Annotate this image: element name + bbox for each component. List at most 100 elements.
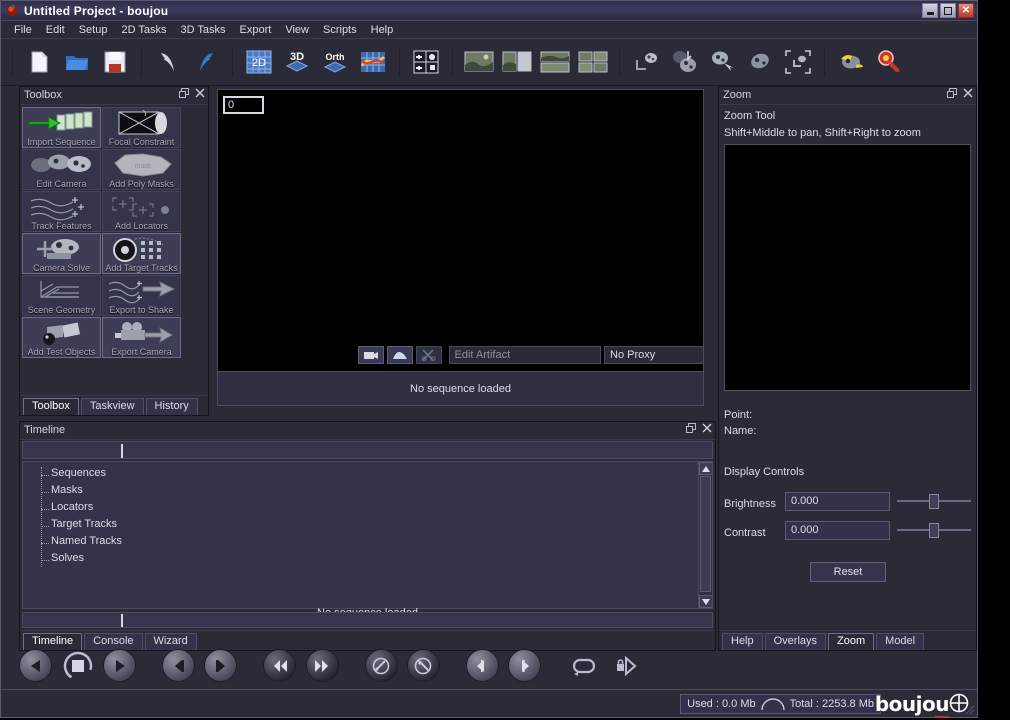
redo-arrow-icon[interactable] [187, 43, 225, 81]
edit-artifact-field[interactable]: Edit Artifact [448, 346, 601, 364]
contrast-input[interactable]: 0.000 [785, 521, 890, 540]
tab-toolbox[interactable]: Toolbox [23, 398, 79, 415]
float-icon[interactable] [947, 88, 957, 101]
contrast-slider[interactable] [897, 521, 971, 539]
toolbox-item-camera-solve[interactable]: Camera Solve [22, 233, 101, 274]
go-to-end-button[interactable] [305, 649, 339, 682]
tree-item-named-tracks[interactable]: Named Tracks [41, 535, 712, 552]
camera-path-icon[interactable] [627, 43, 665, 81]
step-back-button[interactable] [162, 649, 196, 682]
two-pane-horizontal-icon[interactable] [536, 43, 574, 81]
tree-item-target-tracks[interactable]: Target Tracks [41, 518, 712, 535]
lock-range-button[interactable] [609, 649, 642, 682]
save-floppy-icon[interactable] [96, 43, 134, 81]
toolbox-item-export-to-shake[interactable]: Export to Shake [102, 275, 181, 316]
timeline-ruler-top[interactable] [22, 441, 713, 459]
close-icon[interactable] [963, 88, 973, 101]
tab-timeline[interactable]: Timeline [23, 633, 83, 650]
minimize-button[interactable] [922, 3, 938, 18]
play-reverse-button[interactable] [19, 649, 52, 682]
tab-console[interactable]: Console [84, 633, 143, 650]
view-3d-icon[interactable]: 3D [278, 43, 316, 81]
scroll-thumb[interactable] [700, 476, 711, 592]
tree-item-locators[interactable]: Locators [41, 501, 712, 518]
two-pane-vertical-icon[interactable] [498, 43, 536, 81]
toolbox-item-import-sequence[interactable]: Import Sequence [22, 107, 101, 148]
tab-history[interactable]: History [145, 398, 198, 415]
quad-layout-icon[interactable] [407, 43, 445, 81]
toolbox-item-add-poly-masks[interactable]: mask Add Poly Masks [102, 149, 181, 190]
tree-item-solves[interactable]: Solves [41, 552, 712, 569]
four-pane-icon[interactable] [574, 43, 612, 81]
menu-help[interactable]: Help [364, 23, 401, 37]
prev-marker-button[interactable] [465, 649, 499, 682]
frame-number-field[interactable]: 0 [223, 96, 264, 114]
camera-frame-icon[interactable] [779, 43, 817, 81]
toolbox-item-scene-geometry[interactable]: Scene Geometry [22, 275, 101, 316]
float-icon[interactable] [686, 423, 696, 436]
mask-icon[interactable] [386, 346, 413, 364]
step-forward-button[interactable] [204, 649, 238, 682]
slider-knob[interactable] [929, 494, 939, 509]
menu-export[interactable]: Export [233, 23, 279, 37]
menu-3d-tasks[interactable]: 3D Tasks [174, 23, 233, 37]
timeline-playhead[interactable] [121, 444, 123, 458]
toolbox-item-add-locators[interactable]: Add Locators [102, 191, 181, 232]
camera-highlight-icon[interactable] [832, 43, 870, 81]
scroll-down-icon[interactable] [699, 595, 712, 608]
menu-scripts[interactable]: Scripts [316, 23, 364, 37]
tab-taskview[interactable]: Taskview [80, 398, 144, 415]
tab-model[interactable]: Model [876, 633, 925, 650]
next-keyframe-button[interactable] [406, 649, 440, 682]
go-to-start-button[interactable] [263, 649, 297, 682]
proxy-selector[interactable]: No Proxy [604, 346, 704, 364]
camera-rotate-icon[interactable] [741, 43, 779, 81]
toolbox-item-add-test-objects[interactable]: Add Test Objects [22, 317, 101, 358]
close-button[interactable]: ✕ [958, 3, 974, 18]
timeline-playhead-bottom[interactable] [121, 614, 123, 627]
scroll-up-icon[interactable] [699, 462, 712, 475]
tree-item-sequences[interactable]: Sequences [41, 467, 712, 484]
tab-zoom[interactable]: Zoom [828, 633, 875, 650]
resize-grip[interactable] [963, 703, 975, 715]
loop-toggle-button[interactable] [567, 649, 600, 682]
close-icon[interactable] [702, 423, 712, 436]
menu-view[interactable]: View [278, 23, 316, 37]
camera-icon[interactable] [357, 346, 384, 364]
toolbox-item-track-features[interactable]: Track Features [22, 191, 101, 232]
maximize-button[interactable] [940, 3, 956, 18]
camera-move-icon[interactable] [703, 43, 741, 81]
next-marker-button[interactable] [507, 649, 541, 682]
zoom-preview-canvas[interactable] [724, 144, 971, 391]
undo-arrow-icon[interactable] [149, 43, 187, 81]
single-pane-icon[interactable] [460, 43, 498, 81]
reset-button[interactable]: Reset [810, 562, 886, 582]
brightness-input[interactable]: 0.000 [785, 492, 890, 511]
view-2d-icon[interactable]: 2D [240, 43, 278, 81]
slider-knob[interactable] [929, 523, 939, 538]
menu-edit[interactable]: Edit [39, 23, 72, 37]
timeline-tree-area[interactable]: Sequences Masks Locators Target Tracks N… [22, 461, 713, 609]
toolbox-item-edit-camera[interactable]: Edit Camera [22, 149, 101, 190]
play-forward-button[interactable] [103, 649, 137, 682]
graph-curves-icon[interactable] [354, 43, 392, 81]
close-icon[interactable] [195, 88, 205, 101]
prev-keyframe-button[interactable] [364, 649, 398, 682]
timeline-ruler-bottom[interactable] [22, 612, 713, 628]
new-icon[interactable] [20, 43, 58, 81]
menu-setup[interactable]: Setup [72, 23, 115, 37]
toolbox-item-add-target-tracks[interactable]: Add Target Tracks [102, 233, 181, 274]
toolbox-item-focal-constraint[interactable]: Focal Constraint [102, 107, 181, 148]
timeline-scrollbar[interactable] [698, 462, 712, 608]
open-folder-icon[interactable] [58, 43, 96, 81]
menu-2d-tasks[interactable]: 2D Tasks [114, 23, 173, 37]
magnifier-red-icon[interactable] [870, 43, 908, 81]
scissors-icon[interactable] [415, 346, 442, 364]
tab-overlays[interactable]: Overlays [764, 633, 827, 650]
tree-item-masks[interactable]: Masks [41, 484, 712, 501]
stop-button[interactable] [61, 649, 94, 682]
camera-solve-icon[interactable] [665, 43, 703, 81]
tab-help[interactable]: Help [722, 633, 763, 650]
view-orth-icon[interactable]: Orth [316, 43, 354, 81]
tab-wizard[interactable]: Wizard [144, 633, 197, 650]
